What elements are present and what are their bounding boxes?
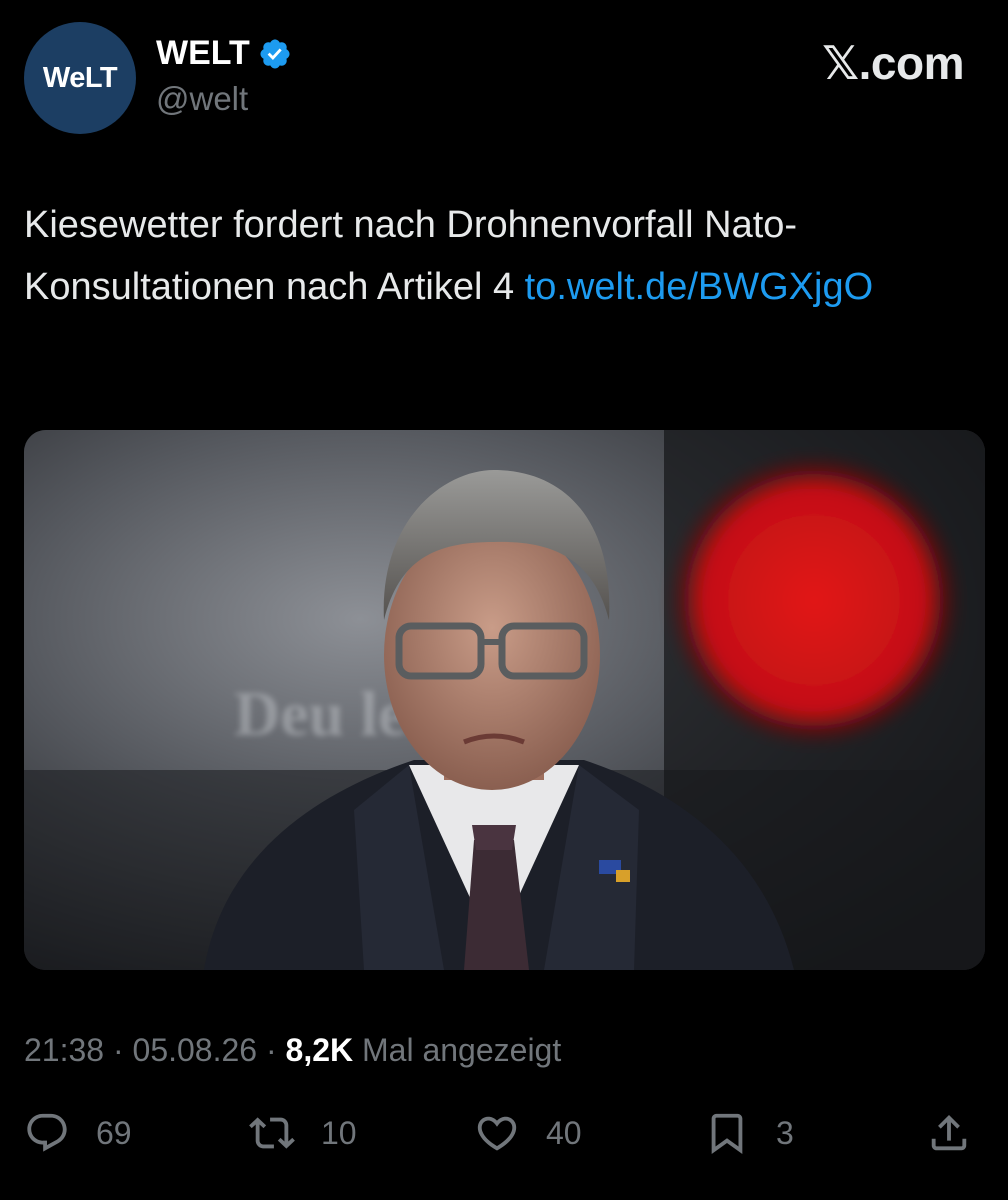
- avatar-logo-text: WeLT: [42, 61, 118, 94]
- tweet-link[interactable]: to.welt.de/BWGXjgO: [525, 266, 873, 308]
- tweet-header: WeLT WELT @welt 𝕏.com: [24, 22, 984, 134]
- photo-image: Deu ler I: [24, 430, 985, 970]
- share-icon: [931, 1114, 967, 1151]
- tweet-meta: 21:38 · 05.08.26 · 8,2K Mal angezeigt: [24, 1032, 561, 1069]
- bookmark-count: 3: [776, 1114, 794, 1151]
- reply-icon: [27, 1113, 67, 1152]
- like-count: 40: [546, 1114, 582, 1151]
- tweet-text: Kiesewetter fordert nach Drohnenvorfall …: [24, 194, 964, 318]
- view-label: Mal angezeigt: [353, 1032, 562, 1068]
- repost-button[interactable]: 10: [249, 1110, 357, 1156]
- reply-count: 69: [96, 1114, 132, 1151]
- name-row: WELT: [156, 34, 292, 73]
- bookmark-icon: [711, 1113, 743, 1154]
- share-button[interactable]: [926, 1110, 972, 1156]
- display-name[interactable]: WELT: [156, 34, 250, 73]
- tweet-photo[interactable]: Deu ler I: [24, 430, 985, 970]
- meta-separator: ·: [104, 1032, 133, 1068]
- action-bar: 69 10 40 3: [24, 1110, 974, 1170]
- heart-icon: [477, 1116, 517, 1151]
- like-button[interactable]: 40: [474, 1110, 582, 1156]
- view-count: 8,2K: [285, 1032, 354, 1068]
- bookmark-button[interactable]: 3: [704, 1110, 794, 1156]
- account-handle[interactable]: @welt: [156, 80, 248, 118]
- reply-button[interactable]: 69: [24, 1110, 132, 1156]
- verified-badge-icon: [260, 38, 290, 69]
- avatar[interactable]: WeLT: [24, 22, 136, 134]
- repost-icon: [249, 1117, 295, 1149]
- repost-count: 10: [321, 1114, 357, 1151]
- meta-separator: ·: [257, 1032, 286, 1068]
- tweet-time[interactable]: 21:38: [24, 1032, 104, 1068]
- tweet-date[interactable]: 05.08.26: [133, 1032, 258, 1068]
- site-label: 𝕏.com: [822, 37, 964, 89]
